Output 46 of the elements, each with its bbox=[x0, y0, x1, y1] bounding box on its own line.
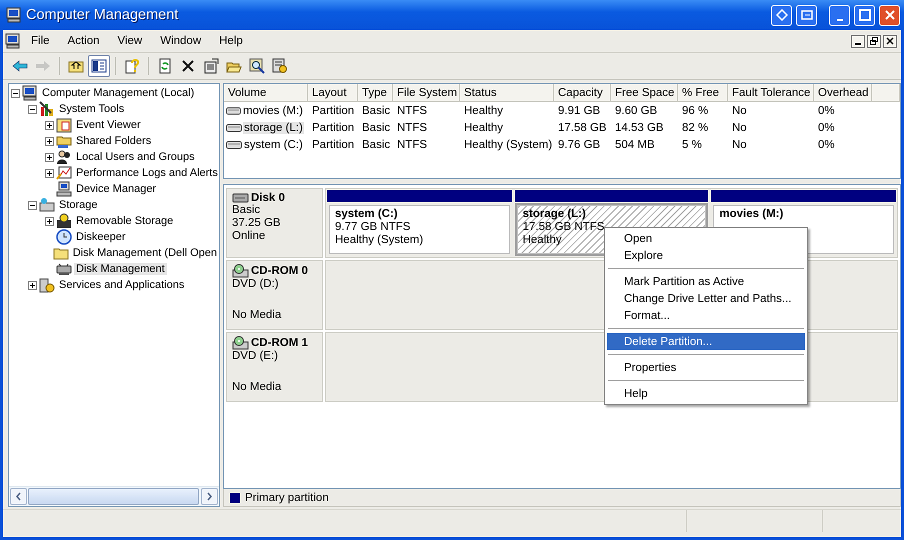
table-cell-text: Partition bbox=[311, 120, 356, 136]
table-cell-text: 17.58 GB bbox=[557, 120, 608, 136]
partition-name: storage (L:) bbox=[522, 208, 586, 221]
table-cell-text: 82 % bbox=[681, 120, 710, 136]
disk-name: CD-ROM 1 bbox=[251, 337, 308, 349]
disk-name: Disk 0 bbox=[251, 192, 285, 204]
table-cell-text: 9.76 GB bbox=[557, 138, 602, 152]
table-cell-text: Healthy bbox=[463, 104, 504, 118]
table-cell-text: Healthy (System) bbox=[463, 138, 554, 152]
table-cell-text: 0% bbox=[817, 104, 836, 118]
partition-status: Healthy (System) bbox=[335, 234, 424, 247]
table-cell-text: No bbox=[731, 138, 748, 152]
table-cell-text: NTFS bbox=[396, 138, 428, 152]
table-cell-text: No bbox=[731, 104, 748, 118]
disk-status: Online bbox=[232, 230, 266, 243]
table-cell-text: 14.53 GB bbox=[614, 120, 665, 136]
table-cell-text: 504 MB bbox=[614, 138, 656, 152]
disk-status: No Media bbox=[232, 309, 282, 322]
table-cell-text: 0% bbox=[817, 138, 836, 152]
table-cell-text: Healthy bbox=[463, 120, 504, 136]
table-cell-text: NTFS bbox=[396, 120, 428, 136]
disk-type: DVD (E:) bbox=[232, 350, 279, 363]
partition-size: 9.77 GB NTFS bbox=[335, 221, 410, 234]
table-cell-text: Partition bbox=[311, 138, 356, 152]
table-cell-text: NTFS bbox=[396, 104, 428, 118]
disk-name: CD-ROM 0 bbox=[251, 265, 308, 277]
partition-name: system (C:) bbox=[335, 208, 398, 221]
table-cell-text: Partition bbox=[311, 104, 356, 118]
table-cell-text: 96 % bbox=[681, 104, 710, 118]
disk-type: Basic bbox=[232, 204, 262, 217]
partition-status: Healthy bbox=[522, 234, 562, 247]
window-title: Computer Management bbox=[26, 7, 180, 23]
partition-name: movies (M:) bbox=[719, 208, 784, 221]
table-cell-text: Basic bbox=[361, 120, 392, 136]
disk-status: No Media bbox=[232, 381, 282, 394]
legend-label: Primary partition bbox=[245, 492, 329, 504]
table-cell-text: 9.91 GB bbox=[557, 104, 602, 118]
table-cell-text: Basic bbox=[361, 104, 392, 118]
table-cell-text: No bbox=[731, 120, 748, 136]
table-cell-text: 0% bbox=[817, 120, 836, 136]
partition-size: 17.58 GB NTFS bbox=[522, 221, 604, 234]
table-cell-text: 5 % bbox=[681, 138, 703, 152]
table-cell-text: 9.60 GB bbox=[614, 104, 658, 118]
disk-type: DVD (D:) bbox=[232, 278, 280, 291]
disk-size: 37.25 GB bbox=[232, 217, 282, 230]
table-cell-text: Basic bbox=[361, 138, 392, 152]
